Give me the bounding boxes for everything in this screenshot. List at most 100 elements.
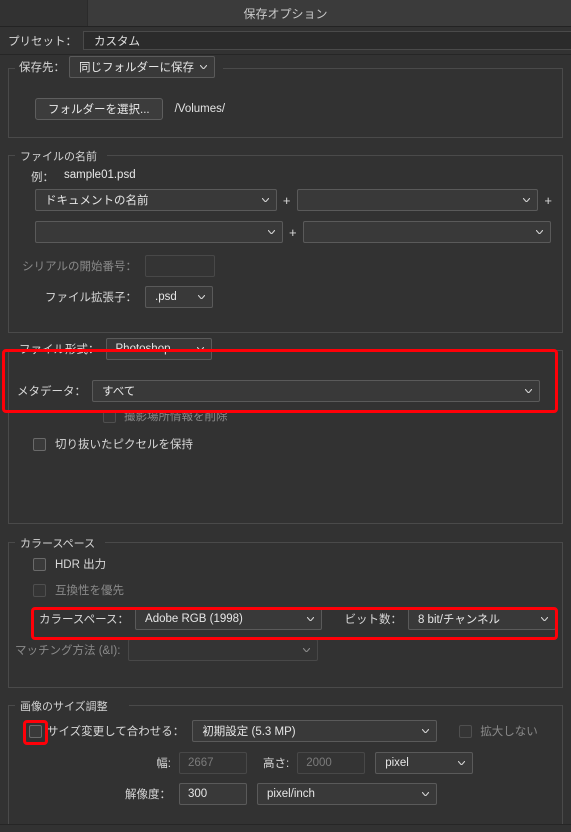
window-title: 保存オプション: [243, 6, 328, 21]
chevron-down-icon: [525, 389, 532, 393]
height-input[interactable]: 2000: [297, 752, 366, 774]
hdr-output-row[interactable]: HDR 出力: [33, 556, 106, 572]
bit-depth-value: 8 bit/チャンネル: [417, 614, 501, 626]
prefer-compatibility-checkbox[interactable]: [33, 583, 46, 597]
image-size-group: 画像のサイズ調整 サイズ変更して合わせる： 初期設定 (5.3 MP) 拡大しな…: [8, 698, 563, 827]
no-upscale-checkbox[interactable]: [459, 724, 473, 738]
width-input[interactable]: 2667: [179, 752, 247, 774]
hdr-output-checkbox[interactable]: [33, 557, 46, 571]
preset-row: プリセット： カスタム: [0, 27, 571, 55]
chevron-down-icon: [535, 230, 543, 234]
resize-preset-value: 初期設定 (5.3 MP): [202, 726, 296, 738]
keep-cropped-pixels-label: 切り抜いたピクセルを保持: [55, 439, 193, 451]
resize-to-fit-checkbox[interactable]: [29, 724, 42, 738]
chevron-down-icon: [307, 617, 315, 621]
resolution-input[interactable]: 300: [179, 783, 247, 805]
size-unit-value: pixel: [385, 757, 409, 769]
resolution-unit-value: pixel/inch: [267, 788, 315, 800]
chevron-down-icon: [523, 198, 531, 202]
no-upscale-row[interactable]: 拡大しない: [459, 723, 538, 739]
image-size-legend: 画像のサイズ調整: [15, 698, 113, 714]
group-border-right-stub: [223, 68, 562, 69]
keep-cropped-pixels-checkbox[interactable]: [33, 437, 46, 451]
chevron-down-icon: [458, 761, 466, 765]
resolution-value: 300: [188, 788, 208, 800]
color-profile-value: Adobe RGB (1998): [145, 613, 243, 625]
filename-segment-2-dropdown[interactable]: [296, 189, 539, 211]
keep-cropped-pixels-row[interactable]: 切り抜いたピクセルを保持: [33, 436, 193, 452]
remove-location-label: 撮影場所情報を削除: [124, 411, 228, 423]
file-format-value: Photoshop: [115, 343, 171, 355]
height-value: 2000: [306, 757, 332, 769]
resize-preset-dropdown[interactable]: 初期設定 (5.3 MP): [192, 720, 438, 742]
prefer-compatibility-label: 互換性を優先: [55, 585, 124, 597]
color-profile-dropdown[interactable]: Adobe RGB (1998): [135, 608, 323, 630]
file-name-example-row: 例： sample01.psd: [31, 169, 136, 185]
save-destination-group: 保存先： 同じフォルダーに保存 フォルダーを選択... /Volumes/: [8, 56, 563, 138]
prefer-compatibility-row[interactable]: 互換性を優先: [33, 582, 124, 598]
width-height-row: 幅: 2667 高さ: 2000 pixel: [9, 752, 562, 774]
file-format-dropdown[interactable]: Photoshop: [105, 338, 212, 360]
metadata-dropdown[interactable]: すべて: [92, 380, 540, 402]
serial-start-label: シリアルの開始番号：: [22, 261, 137, 273]
remove-location-checkbox[interactable]: [103, 409, 116, 423]
chevron-down-icon: [261, 198, 269, 202]
size-unit-dropdown[interactable]: pixel: [375, 752, 474, 774]
resolution-unit-dropdown[interactable]: pixel/inch: [257, 783, 437, 805]
metadata-row: メタデータ： すべて: [17, 380, 540, 402]
resize-to-fit-label: サイズ変更して合わせる：: [47, 726, 185, 738]
serial-start-input[interactable]: [145, 255, 215, 277]
destination-dropdown[interactable]: 同じフォルダーに保存: [69, 56, 215, 78]
filename-plus-3: +: [289, 224, 297, 240]
filename-segment-4-dropdown[interactable]: [302, 221, 551, 243]
resize-to-fit-row: サイズ変更して合わせる： 初期設定 (5.3 MP) 拡大しない: [29, 720, 556, 742]
chevron-down-icon: [196, 347, 204, 351]
example-value: sample01.psd: [64, 169, 136, 181]
color-space-legend: カラースペース: [15, 535, 101, 551]
file-extension-dropdown[interactable]: .psd: [145, 286, 213, 308]
dialog-bottom-strip: [0, 824, 571, 832]
chevron-down-icon: [422, 792, 429, 796]
group-border-right-stub: [129, 705, 562, 706]
destination-folder-row: フォルダーを選択... /Volumes/: [35, 98, 225, 120]
file-format-group: ファイル形式： Photoshop メタデータ： すべて 撮影場所情報を削除 切…: [8, 338, 563, 524]
metadata-label: メタデータ：: [17, 386, 86, 398]
hdr-output-label: HDR 出力: [55, 559, 107, 571]
matching-method-row: マッチング方法 (&I):: [15, 639, 319, 661]
width-label: 幅:: [156, 758, 171, 770]
chevron-down-icon: [198, 295, 205, 299]
file-name-segments-row-1: ドキュメントの名前 + +: [35, 189, 558, 211]
filename-segment-3-dropdown[interactable]: [35, 221, 283, 243]
file-extension-value: .psd: [155, 291, 177, 303]
filename-plus-1: +: [282, 192, 291, 208]
chevron-down-icon: [541, 617, 548, 621]
matching-method-label: マッチング方法 (&I):: [15, 645, 121, 657]
bit-depth-dropdown[interactable]: 8 bit/チャンネル: [407, 608, 556, 630]
example-label: 例：: [31, 172, 54, 184]
file-format-legend: ファイル形式： Photoshop: [15, 338, 216, 360]
file-name-segments-row-2: +: [35, 221, 558, 243]
remove-location-row[interactable]: 撮影場所情報を削除: [103, 408, 228, 424]
resize-to-fit-toggle[interactable]: サイズ変更して合わせる：: [29, 723, 184, 739]
destination-value: 同じフォルダーに保存: [79, 62, 194, 74]
filename-segment-1-dropdown[interactable]: ドキュメントの名前: [35, 189, 277, 211]
group-border-right-stub: [107, 155, 562, 156]
color-profile-label: カラースペース：: [39, 614, 130, 626]
metadata-value: すべて: [102, 386, 136, 398]
color-space-group: カラースペース HDR 出力 互換性を優先 カラースペース： Adobe RGB…: [8, 535, 563, 688]
filename-segment-1-value: ドキュメントの名前: [45, 195, 149, 207]
destination-label: 保存先：: [19, 62, 65, 74]
width-value: 2667: [188, 757, 214, 769]
preset-value: カスタム: [94, 35, 140, 48]
choose-folder-button[interactable]: フォルダーを選択...: [35, 98, 163, 120]
no-upscale-label: 拡大しない: [480, 726, 538, 738]
resolution-label: 解像度：: [125, 789, 171, 801]
color-profile-row: カラースペース： Adobe RGB (1998) ビット数： 8 bit/チャ…: [39, 608, 556, 630]
resolution-row: 解像度： 300 pixel/inch: [9, 783, 562, 805]
file-extension-label: ファイル拡張子：: [45, 292, 137, 304]
preset-dropdown[interactable]: カスタム: [83, 31, 571, 50]
window-titlebar: 保存オプション: [0, 0, 571, 27]
matching-method-dropdown[interactable]: [128, 639, 319, 661]
destination-path: /Volumes/: [174, 103, 226, 115]
chevron-down-icon: [303, 648, 311, 652]
